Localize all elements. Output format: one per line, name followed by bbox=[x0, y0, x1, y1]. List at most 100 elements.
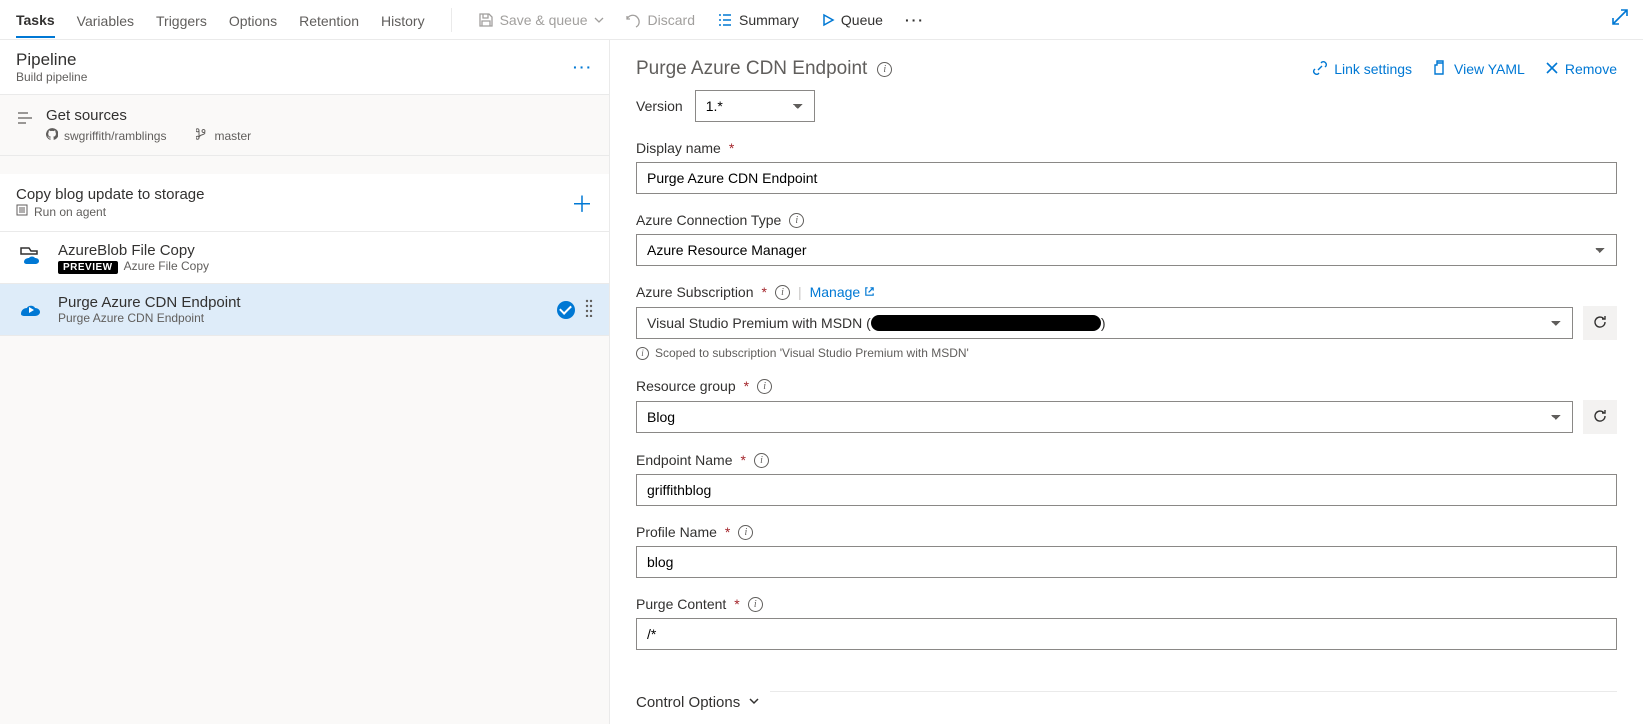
version-label: Version bbox=[636, 98, 683, 114]
profile-name-input[interactable] bbox=[636, 546, 1617, 578]
task-title: AzureBlob File Copy bbox=[58, 242, 209, 259]
play-icon bbox=[821, 13, 835, 27]
queue-label: Queue bbox=[841, 12, 883, 28]
list-icon bbox=[717, 12, 733, 28]
github-icon bbox=[46, 128, 58, 143]
task-subtitle: Purge Azure CDN Endpoint bbox=[58, 311, 241, 325]
task-detail-panel: Purge Azure CDN Endpoint i Link settings… bbox=[610, 40, 1643, 724]
add-task-button[interactable]: ＋ bbox=[571, 187, 593, 219]
cdn-purge-icon bbox=[16, 296, 44, 324]
tab-tasks[interactable]: Tasks bbox=[16, 2, 55, 38]
branch-link[interactable]: master bbox=[196, 128, 251, 143]
remove-button[interactable]: Remove bbox=[1545, 60, 1617, 79]
preview-badge: PREVIEW bbox=[58, 261, 118, 274]
display-name-label: Display name bbox=[636, 140, 721, 156]
info-icon[interactable]: i bbox=[757, 379, 772, 394]
manage-label: Manage bbox=[810, 284, 861, 300]
refresh-button[interactable] bbox=[1583, 400, 1617, 434]
branch-icon bbox=[196, 128, 208, 143]
subscription-value-prefix: Visual Studio Premium with MSDN ( bbox=[647, 315, 871, 331]
refresh-button[interactable] bbox=[1583, 306, 1617, 340]
info-icon[interactable]: i bbox=[789, 213, 804, 228]
sources-icon bbox=[16, 109, 34, 130]
manage-link[interactable]: Manage bbox=[810, 284, 876, 300]
info-icon[interactable]: i bbox=[754, 453, 769, 468]
conn-type-select[interactable]: Azure Resource Manager bbox=[636, 234, 1617, 266]
discard-button[interactable]: Discard bbox=[626, 12, 695, 28]
save-queue-label: Save & queue bbox=[500, 12, 588, 28]
view-yaml-label: View YAML bbox=[1454, 61, 1525, 77]
refresh-icon bbox=[1592, 408, 1608, 427]
control-options-toggle[interactable]: Control Options bbox=[636, 694, 760, 711]
version-select[interactable]: 1.* bbox=[695, 90, 815, 122]
undo-icon bbox=[626, 12, 642, 28]
tab-variables[interactable]: Variables bbox=[77, 3, 134, 37]
profile-label: Profile Name bbox=[636, 524, 717, 540]
pipeline-header[interactable]: Pipeline Build pipeline ··· bbox=[0, 40, 609, 95]
info-icon: i bbox=[636, 347, 649, 360]
resource-group-select[interactable]: Blog bbox=[636, 401, 1573, 433]
get-sources-row[interactable]: Get sources swgriffith/ramblings bbox=[0, 95, 609, 156]
subscription-hint: Scoped to subscription 'Visual Studio Pr… bbox=[655, 346, 969, 360]
repo-name: swgriffith/ramblings bbox=[64, 129, 166, 143]
display-name-input[interactable] bbox=[636, 162, 1617, 194]
task-subtitle: Azure File Copy bbox=[124, 259, 209, 273]
info-icon[interactable]: i bbox=[738, 525, 753, 540]
tab-triggers[interactable]: Triggers bbox=[156, 3, 207, 37]
close-icon bbox=[1545, 61, 1559, 78]
pipeline-more-icon[interactable]: ··· bbox=[573, 59, 593, 75]
toolbar-separator bbox=[451, 8, 452, 32]
chevron-down-icon bbox=[594, 15, 604, 25]
info-icon[interactable]: i bbox=[775, 285, 790, 300]
tab-options[interactable]: Options bbox=[229, 3, 277, 37]
drag-handle-icon[interactable] bbox=[585, 299, 593, 320]
conn-type-label: Azure Connection Type bbox=[636, 212, 781, 228]
branch-name: master bbox=[214, 129, 251, 143]
top-tab-bar: Tasks Variables Triggers Options Retenti… bbox=[0, 0, 1643, 40]
task-row[interactable]: AzureBlob File Copy PREVIEW Azure File Co… bbox=[0, 232, 609, 284]
detail-title: Purge Azure CDN Endpoint bbox=[636, 58, 867, 80]
job-header[interactable]: Copy blog update to storage Run on agent… bbox=[0, 174, 609, 232]
discard-label: Discard bbox=[648, 12, 695, 28]
purge-label: Purge Content bbox=[636, 596, 726, 612]
purge-content-input[interactable] bbox=[636, 618, 1617, 650]
link-settings-label: Link settings bbox=[1334, 61, 1412, 77]
endpoint-name-input[interactable] bbox=[636, 474, 1617, 506]
tab-history[interactable]: History bbox=[381, 3, 425, 37]
refresh-icon bbox=[1592, 314, 1608, 333]
pipeline-outline: Pipeline Build pipeline ··· Get sources bbox=[0, 40, 610, 724]
subscription-label: Azure Subscription bbox=[636, 284, 754, 300]
summary-button[interactable]: Summary bbox=[717, 12, 799, 28]
fullscreen-icon[interactable] bbox=[1611, 8, 1629, 29]
control-options-label: Control Options bbox=[636, 694, 740, 711]
redacted-subscription-id bbox=[871, 315, 1101, 331]
link-settings-button[interactable]: Link settings bbox=[1312, 60, 1412, 79]
agent-icon bbox=[16, 204, 28, 219]
remove-label: Remove bbox=[1565, 61, 1617, 77]
view-yaml-button[interactable]: View YAML bbox=[1432, 60, 1525, 79]
rg-label: Resource group bbox=[636, 378, 736, 394]
more-actions-button[interactable]: ··· bbox=[905, 12, 925, 28]
task-title: Purge Azure CDN Endpoint bbox=[58, 294, 241, 311]
subscription-value-suffix: ) bbox=[1101, 315, 1106, 331]
link-icon bbox=[1312, 60, 1328, 79]
task-row[interactable]: Purge Azure CDN Endpoint Purge Azure CDN… bbox=[0, 284, 609, 336]
save-queue-button[interactable]: Save & queue bbox=[478, 12, 604, 28]
tab-retention[interactable]: Retention bbox=[299, 3, 359, 37]
info-icon[interactable]: i bbox=[877, 62, 892, 77]
summary-label: Summary bbox=[739, 12, 799, 28]
info-icon[interactable]: i bbox=[748, 597, 763, 612]
subscription-select[interactable]: Visual Studio Premium with MSDN () bbox=[636, 307, 1573, 339]
repo-link[interactable]: swgriffith/ramblings bbox=[46, 128, 166, 143]
queue-button[interactable]: Queue bbox=[821, 12, 883, 28]
task-enabled-icon bbox=[557, 301, 575, 319]
azure-file-copy-icon bbox=[16, 244, 44, 272]
sources-title: Get sources bbox=[46, 107, 251, 124]
pipeline-title: Pipeline bbox=[16, 50, 87, 70]
chevron-down-icon bbox=[748, 694, 760, 711]
job-subtitle: Run on agent bbox=[34, 205, 106, 219]
section-divider bbox=[770, 691, 1617, 692]
job-title: Copy blog update to storage bbox=[16, 186, 204, 203]
external-link-icon bbox=[864, 284, 875, 300]
pipeline-subtitle: Build pipeline bbox=[16, 70, 87, 84]
